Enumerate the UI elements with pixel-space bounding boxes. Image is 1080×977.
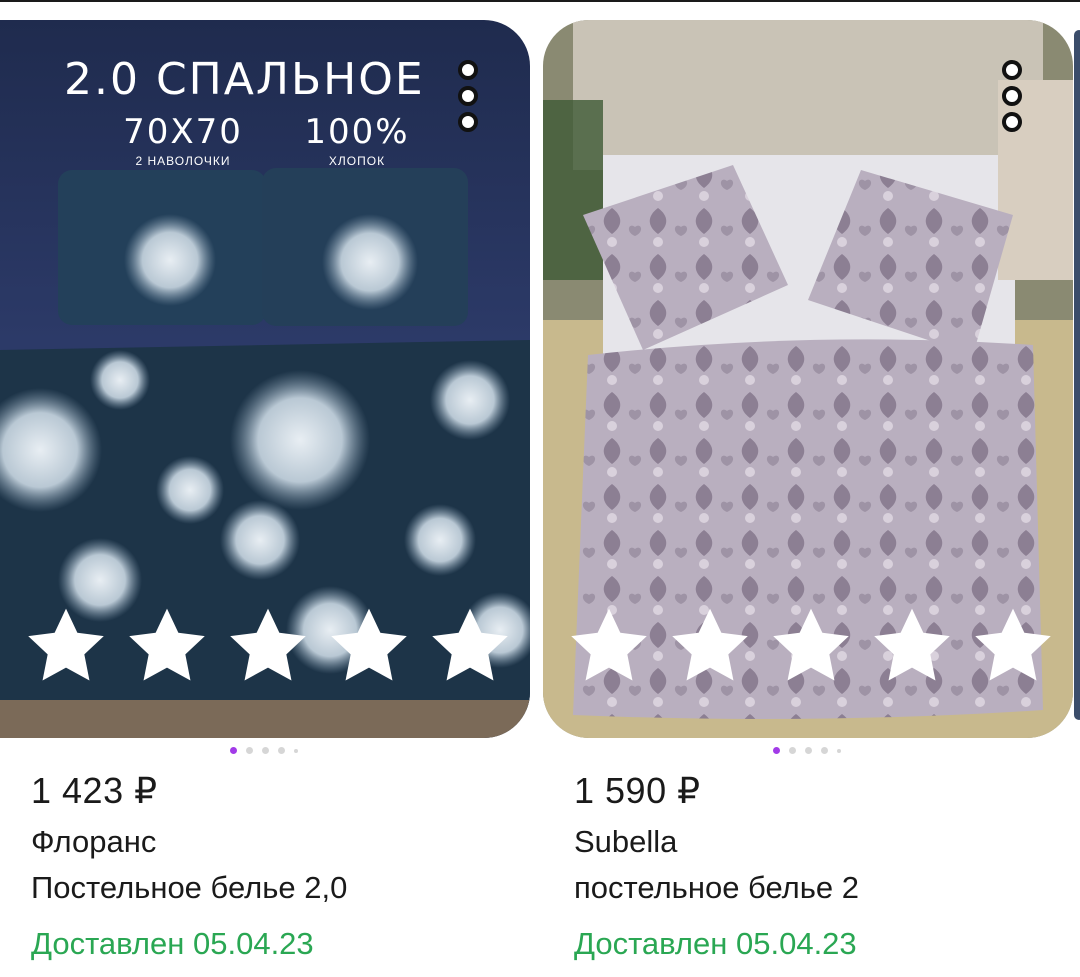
next-card-edge[interactable] — [1074, 30, 1080, 720]
carousel-dot — [278, 747, 285, 754]
product-price: 1 423 ₽ — [31, 770, 158, 811]
carousel-dot-active — [230, 747, 237, 754]
carousel-dot — [262, 747, 269, 754]
star-icon[interactable] — [868, 602, 956, 690]
spec-size-caption: 2 НАВОЛОЧКИ — [135, 154, 231, 168]
delivery-status: Доставлен 05.04.23 — [574, 926, 857, 961]
image-banner-title: 2.0 СПАЛЬНОЕ — [64, 54, 425, 105]
product-price: 1 590 ₽ — [574, 770, 701, 811]
rating-stars — [543, 602, 1073, 698]
more-vertical-icon[interactable] — [997, 60, 1027, 142]
carousel-dot — [837, 749, 841, 753]
star-icon[interactable] — [224, 602, 312, 690]
more-vertical-icon[interactable] — [453, 60, 483, 142]
product-name: Постельное белье 2,0 — [31, 870, 348, 905]
star-icon[interactable] — [123, 602, 211, 690]
image-spec-size: 70Х70 2 НАВОЛОЧКИ — [104, 112, 262, 168]
carousel-dot — [294, 749, 298, 753]
carousel-dot-active — [773, 747, 780, 754]
star-icon[interactable] — [666, 602, 754, 690]
star-icon[interactable] — [22, 602, 110, 690]
carousel-dot — [805, 747, 812, 754]
product-card-1[interactable]: 2.0 СПАЛЬНОЕ 70Х70 2 НАВОЛОЧКИ 100% ХЛОП… — [0, 20, 530, 961]
spec-material-caption: ХЛОПОК — [328, 154, 386, 168]
rating-stars — [0, 602, 530, 698]
carousel-dot — [821, 747, 828, 754]
carousel-dot — [246, 747, 253, 754]
product-image-2[interactable] — [543, 20, 1073, 738]
star-icon[interactable] — [426, 602, 514, 690]
star-icon[interactable] — [767, 602, 855, 690]
product-card-2[interactable]: 1 590 ₽ Subella постельное белье 2 Доста… — [543, 20, 1073, 961]
carousel-dot — [789, 747, 796, 754]
image-spec-material: 100% ХЛОПОК — [292, 112, 422, 168]
top-divider — [0, 0, 1080, 2]
star-icon[interactable] — [969, 602, 1057, 690]
spec-size-value: 70Х70 — [123, 112, 243, 152]
product-brand: Флоранс — [31, 824, 157, 859]
product-brand: Subella — [574, 824, 678, 859]
star-icon[interactable] — [325, 602, 413, 690]
product-name: постельное белье 2 — [574, 870, 859, 905]
delivery-status: Доставлен 05.04.23 — [31, 926, 314, 961]
product-image-1[interactable]: 2.0 СПАЛЬНОЕ 70Х70 2 НАВОЛОЧКИ 100% ХЛОП… — [0, 20, 530, 738]
spec-material-value: 100% — [304, 112, 410, 152]
star-icon[interactable] — [565, 602, 653, 690]
